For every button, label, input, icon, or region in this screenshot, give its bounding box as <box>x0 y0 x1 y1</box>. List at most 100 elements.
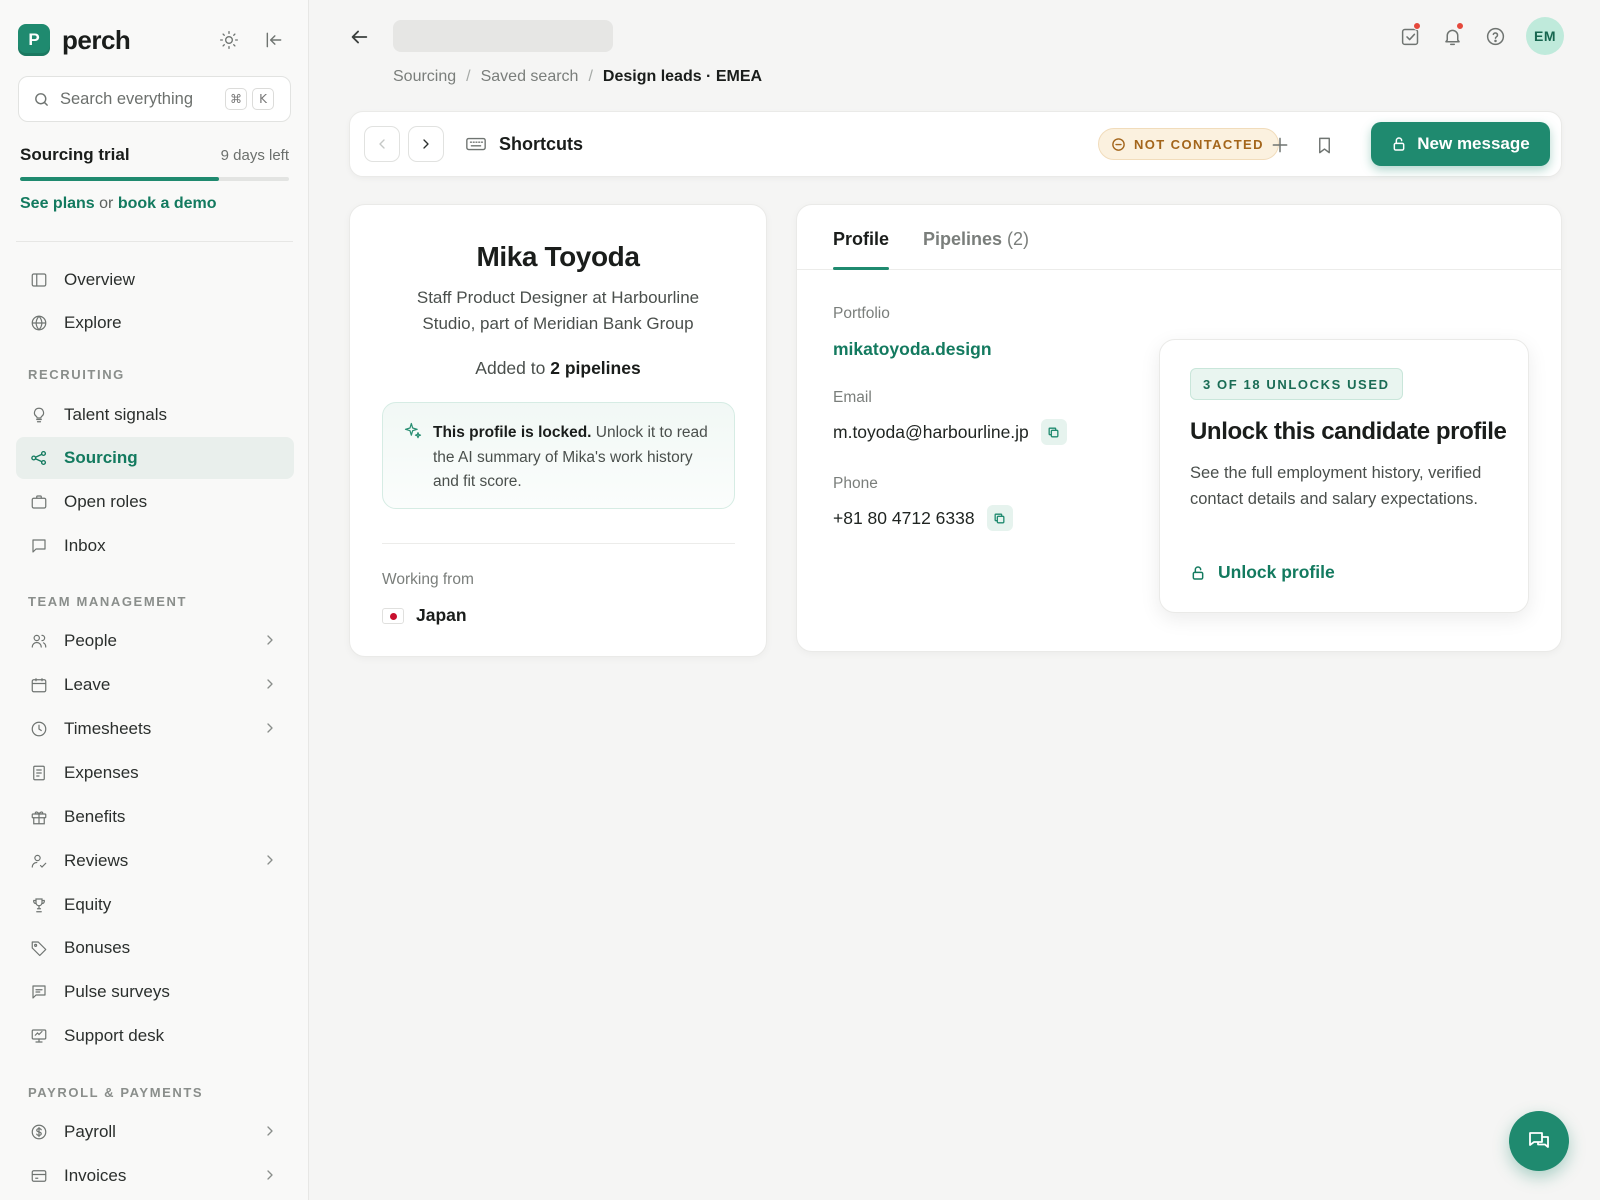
phone-value[interactable]: +81 80 4712 6338 <box>833 508 975 529</box>
breadcrumb: Sourcing / Saved search / Design leads ·… <box>393 68 762 86</box>
breadcrumb-sourcing[interactable]: Sourcing <box>393 68 456 86</box>
chat-support-button[interactable] <box>1509 1111 1569 1171</box>
calendar-icon <box>29 675 49 695</box>
unlock-profile-label: Unlock profile <box>1218 562 1335 582</box>
detail-tabs: Profile Pipelines (2) <box>797 205 1561 270</box>
section-label-recruiting: RECRUITING <box>28 367 125 382</box>
bookmark-icon[interactable] <box>1312 133 1336 157</box>
gift-icon <box>29 807 49 827</box>
brand[interactable]: P perch <box>18 24 131 56</box>
working-from-value: Japan <box>382 605 467 626</box>
previous-profile-button[interactable] <box>364 126 400 162</box>
see-plans-link[interactable]: See plans <box>20 195 95 212</box>
user-avatar[interactable]: EM <box>1526 17 1564 55</box>
new-message-button[interactable]: New message <box>1371 122 1550 166</box>
copy-email-icon[interactable] <box>1040 419 1067 445</box>
search-box[interactable]: ⌘ K <box>18 76 291 122</box>
layout-icon <box>29 270 49 290</box>
tab-profile[interactable]: Profile <box>833 229 889 250</box>
back-arrow-icon[interactable] <box>346 24 372 50</box>
sidebar-item-label: Inbox <box>64 536 106 555</box>
section-label-payroll: PAYROLL & PAYMENTS <box>28 1085 204 1100</box>
sidebar-item-bonuses[interactable]: Bonuses <box>16 927 294 969</box>
clock-icon <box>29 719 49 739</box>
pipelines-prefix: Added to <box>475 358 546 378</box>
sidebar-item-equity[interactable]: Equity <box>16 884 294 926</box>
sidebar-item-label: Invoices <box>64 1166 127 1185</box>
working-from-label: Working from <box>382 571 474 588</box>
collapse-sidebar-icon[interactable] <box>262 28 286 52</box>
message-square-icon <box>29 536 49 556</box>
search-input[interactable] <box>60 89 220 109</box>
portfolio-link[interactable]: mikatoyoda.design <box>833 339 992 360</box>
email-value[interactable]: m.toyoda@harbourline.jp <box>833 422 1029 443</box>
chevron-right-icon <box>262 676 278 692</box>
sidebar-item-support-desk[interactable]: Support desk <box>16 1015 294 1057</box>
next-profile-button[interactable] <box>408 126 444 162</box>
sidebar-item-sourcing[interactable]: Sourcing <box>16 437 294 479</box>
sidebar-item-label: Benefits <box>64 807 126 826</box>
shortcut-key-k: K <box>252 88 274 110</box>
copy-phone-icon[interactable] <box>986 505 1013 531</box>
theme-toggle-icon[interactable] <box>217 28 241 52</box>
sidebar-item-pulse-surveys[interactable]: Pulse surveys <box>16 971 294 1013</box>
contact-status-label: NOT CONTACTED <box>1134 136 1264 152</box>
sidebar-item-explore[interactable]: Explore <box>16 302 294 344</box>
shortcuts-button[interactable]: Shortcuts <box>465 133 583 155</box>
contact-status-badge[interactable]: NOT CONTACTED <box>1098 128 1279 160</box>
section-label-team-management: TEAM MANAGEMENT <box>28 594 188 609</box>
monitor-icon <box>29 1026 49 1046</box>
book-demo-link[interactable]: book a demo <box>118 195 217 212</box>
tab-pipelines[interactable]: Pipelines (2) <box>923 229 1029 250</box>
sidebar-divider <box>16 241 293 242</box>
sidebar-item-label: Explore <box>64 313 122 332</box>
sidebar-item-people[interactable]: People <box>16 620 294 662</box>
chevron-right-icon <box>262 1167 278 1183</box>
breadcrumb-saved-search[interactable]: Saved search <box>481 68 579 86</box>
candidate-summary-card: Mika Toyoda Staff Product Designer at Ha… <box>349 204 767 657</box>
trial-progress-fill <box>20 177 220 181</box>
profile-toolbar: Shortcuts NOT CONTACTED New message <box>349 111 1562 177</box>
working-from-country: Japan <box>416 605 467 625</box>
shortcuts-label: Shortcuts <box>499 133 584 154</box>
sidebar-item-label: Expenses <box>64 763 139 782</box>
tag-icon <box>29 938 49 958</box>
trial-days-left: 9 days left <box>220 147 289 164</box>
sidebar-item-label: Timesheets <box>64 719 152 738</box>
add-icon[interactable] <box>1268 133 1292 157</box>
sidebar-item-label: Pulse surveys <box>64 982 170 1001</box>
new-message-label: New message <box>1417 134 1530 153</box>
chevron-right-icon <box>262 1123 278 1139</box>
sidebar-item-open-roles[interactable]: Open roles <box>16 481 294 523</box>
trial-progress-bar <box>20 177 289 181</box>
sidebar-item-payroll[interactable]: Payroll <box>16 1111 294 1153</box>
sidebar: P perch ⌘ K Sourcing trial 9 days left S… <box>0 0 309 1200</box>
sidebar-item-reviews[interactable]: Reviews <box>16 840 294 882</box>
trophy-icon <box>29 895 49 915</box>
chevron-left-icon <box>374 136 390 152</box>
sidebar-item-label: Reviews <box>64 851 129 870</box>
minus-circle-icon <box>1111 137 1126 152</box>
keyboard-icon <box>465 133 487 155</box>
sidebar-item-inbox[interactable]: Inbox <box>16 525 294 567</box>
sidebar-item-overview[interactable]: Overview <box>16 259 294 301</box>
unlock-description: See the full employment history, verifie… <box>1190 464 1482 508</box>
unlock-profile-button[interactable]: Unlock profile <box>1190 562 1335 583</box>
tab-pipelines-label: Pipelines <box>923 229 1003 249</box>
sidebar-item-benefits[interactable]: Benefits <box>16 796 294 838</box>
shortcut-key-cmd: ⌘ <box>225 88 247 110</box>
email-label: Email <box>833 389 872 406</box>
locked-notice-text: This profile is locked. Unlock it to rea… <box>433 421 718 495</box>
help-circle-icon[interactable] <box>1483 24 1507 48</box>
sidebar-item-talent-signals[interactable]: Talent signals <box>16 394 294 436</box>
portfolio-label: Portfolio <box>833 305 890 322</box>
pipelines-count[interactable]: 2 pipelines <box>550 358 640 378</box>
credit-card-icon <box>29 1166 49 1186</box>
sidebar-item-timesheets[interactable]: Timesheets <box>16 708 294 750</box>
sidebar-item-leave[interactable]: Leave <box>16 664 294 706</box>
sidebar-item-label: Bonuses <box>64 938 131 957</box>
sidebar-item-label: Equity <box>64 895 112 914</box>
sidebar-item-expenses[interactable]: Expenses <box>16 752 294 794</box>
sidebar-item-invoices[interactable]: Invoices <box>16 1155 294 1197</box>
japan-flag-icon <box>382 607 404 624</box>
